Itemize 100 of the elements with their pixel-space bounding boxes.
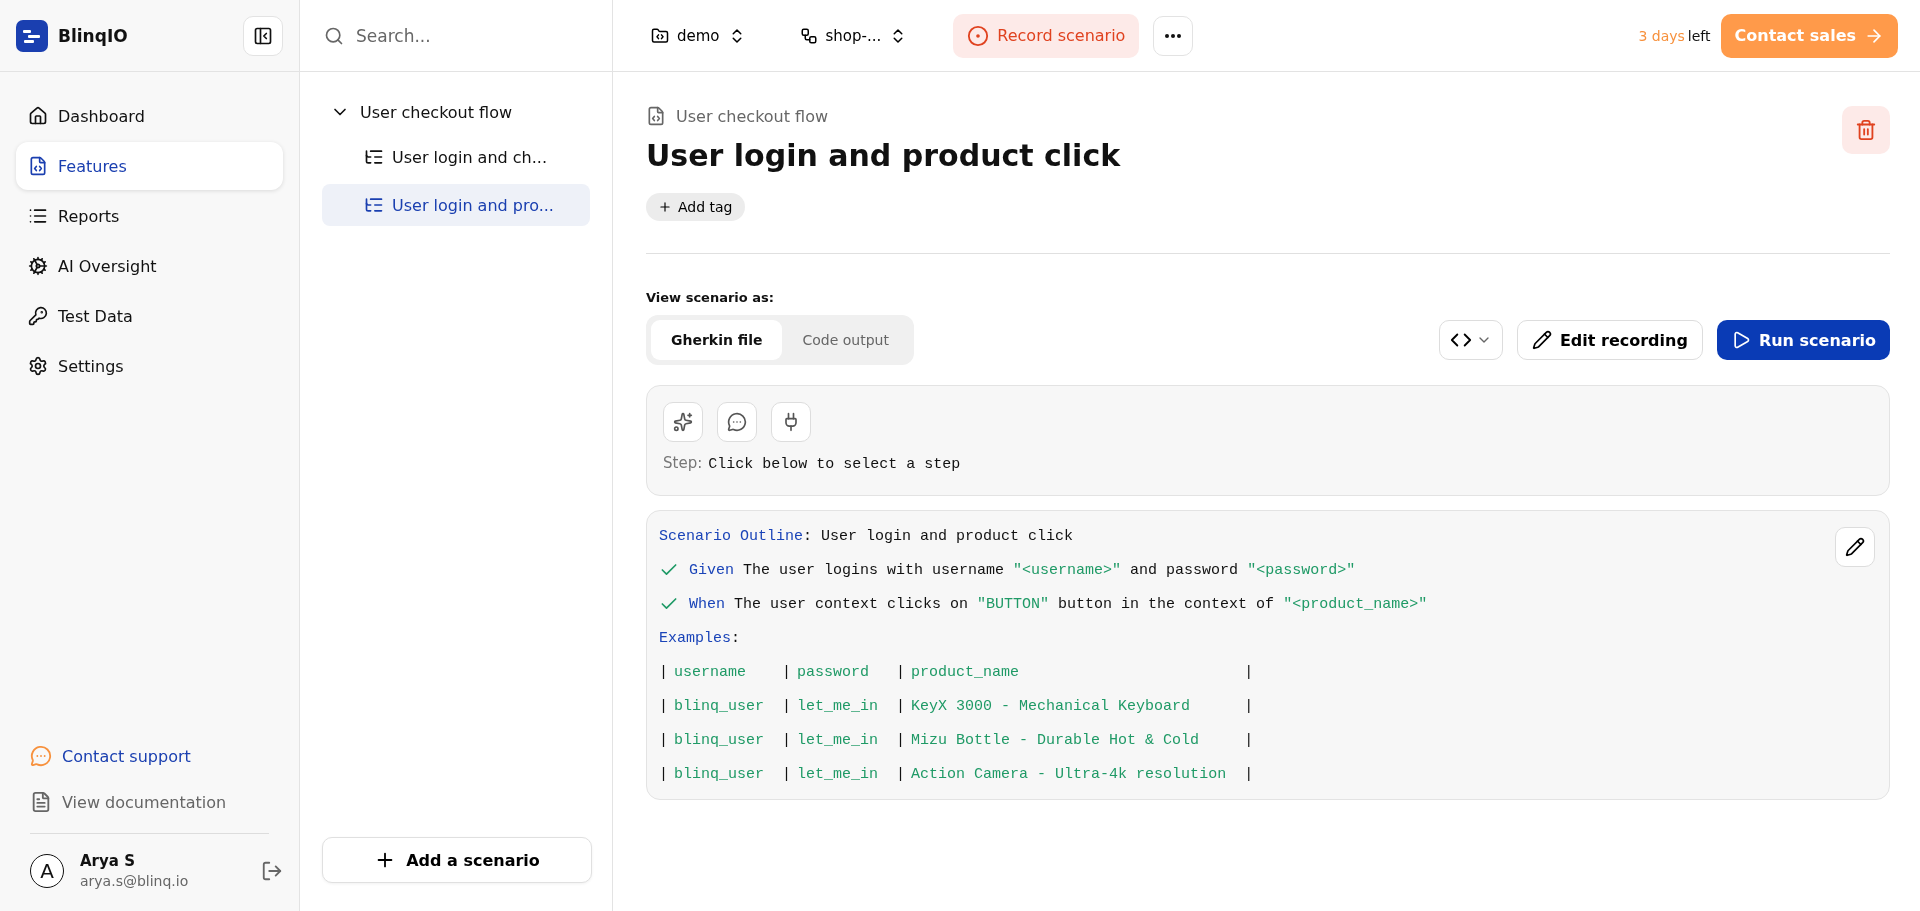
code-text: and password bbox=[1129, 561, 1240, 579]
code-keyword: Scenario Outline bbox=[659, 527, 804, 545]
table-cell-text: let_me_in bbox=[797, 765, 880, 783]
logout-icon[interactable] bbox=[261, 859, 283, 882]
code-file-icon bbox=[28, 156, 48, 176]
trial-suffix: left bbox=[1687, 27, 1711, 44]
logo-icon bbox=[16, 19, 48, 52]
code-keyword: When bbox=[689, 595, 725, 613]
delete-button[interactable] bbox=[1842, 106, 1890, 154]
table-separator: | bbox=[782, 663, 793, 681]
sparkles-icon bbox=[673, 412, 693, 432]
ellipsis-icon bbox=[1165, 33, 1182, 38]
run-scenario-button[interactable]: Run scenario bbox=[1716, 320, 1890, 360]
code-folder-icon bbox=[651, 26, 669, 45]
code-string: "BUTTON" bbox=[977, 595, 1050, 613]
chat-icon bbox=[30, 745, 52, 767]
nav-item[interactable]: Test Data bbox=[16, 292, 283, 340]
tree-list-icon bbox=[364, 195, 384, 215]
pencil-icon bbox=[1845, 537, 1865, 557]
code-text: button in the context of bbox=[1057, 595, 1276, 613]
list-icon bbox=[28, 206, 48, 226]
more-button[interactable] bbox=[1153, 15, 1194, 56]
table-separator: | bbox=[782, 697, 793, 715]
table-separator: | bbox=[782, 765, 793, 783]
document-icon bbox=[30, 791, 52, 813]
user-name: Arya S bbox=[80, 852, 136, 870]
table-cell-text: let_me_in bbox=[797, 731, 880, 749]
table-cell-text: Action Camera - Ultra-4k resolution bbox=[911, 765, 1228, 783]
plus-icon bbox=[658, 200, 672, 214]
step-label: Step: bbox=[663, 454, 703, 472]
table-cell-text: username bbox=[674, 663, 748, 681]
user-avatar: A bbox=[30, 853, 64, 888]
table-separator: | bbox=[1244, 697, 1255, 715]
view-label: View scenario as: bbox=[646, 290, 775, 305]
project-picker[interactable]: demo bbox=[643, 20, 754, 51]
table-separator: | bbox=[659, 765, 669, 783]
search-icon bbox=[324, 25, 344, 46]
trial-days: 3 days bbox=[1638, 27, 1685, 44]
breadcrumb[interactable]: User checkout flow bbox=[676, 106, 829, 126]
edit-code-button[interactable] bbox=[1835, 527, 1875, 567]
trash-icon bbox=[1855, 119, 1877, 141]
table-separator: | bbox=[659, 697, 669, 715]
code-text: : bbox=[731, 629, 741, 647]
table-cell-text: blinq_user bbox=[674, 697, 766, 715]
table-separator: | bbox=[896, 663, 907, 681]
table-cell-text: let_me_in bbox=[797, 697, 880, 715]
nav-item[interactable]: Settings bbox=[16, 342, 283, 390]
record-scenario-button[interactable]: Record scenario bbox=[953, 13, 1140, 58]
branch-picker[interactable]: shop-... bbox=[791, 20, 916, 51]
ai-code-button[interactable] bbox=[663, 402, 703, 442]
step-value: Click below to select a step bbox=[708, 456, 961, 473]
code-string: "<product_name>" bbox=[1283, 595, 1428, 613]
brand-name: BlinqIO bbox=[58, 25, 128, 46]
table-separator: | bbox=[896, 731, 907, 749]
edit-recording-button[interactable]: Edit recording bbox=[1516, 320, 1703, 360]
search-field[interactable]: Search... bbox=[354, 24, 588, 47]
collapse-sidebar-button[interactable] bbox=[243, 15, 283, 56]
code-keyword: Given bbox=[689, 561, 734, 579]
chat-icon bbox=[727, 412, 747, 432]
table-separator: | bbox=[896, 697, 907, 715]
table-separator: | bbox=[659, 663, 669, 681]
view-tab[interactable]: Gherkin file bbox=[651, 320, 783, 360]
scenario-item[interactable]: User login and pro... bbox=[322, 184, 590, 226]
table-separator: | bbox=[782, 731, 793, 749]
table-cell-text: blinq_user bbox=[674, 765, 766, 783]
comment-button[interactable] bbox=[717, 402, 757, 442]
table-cell-text: password bbox=[797, 663, 871, 681]
tree-list-icon bbox=[364, 147, 384, 167]
collapse-panel-icon bbox=[253, 25, 273, 46]
code-file-icon bbox=[646, 106, 666, 126]
code-string: "<password>" bbox=[1247, 561, 1356, 579]
nav-item[interactable]: Reports bbox=[16, 192, 283, 240]
table-cell-text: Mizu Bottle - Durable Hot & Cold bbox=[911, 731, 1201, 749]
pencil-icon bbox=[1531, 330, 1552, 350]
code-text: The user logins with username bbox=[742, 561, 1006, 579]
table-separator: | bbox=[1244, 765, 1255, 783]
code-keyword: Examples bbox=[659, 629, 731, 647]
view-tab[interactable]: Code output bbox=[782, 320, 909, 360]
plug-button[interactable] bbox=[771, 402, 811, 442]
folder-item[interactable]: User checkout flow bbox=[322, 94, 590, 130]
table-separator: | bbox=[1244, 663, 1255, 681]
add-scenario-button[interactable]: Add a scenario bbox=[322, 837, 592, 883]
nav-item[interactable]: Dashboard bbox=[16, 92, 283, 140]
nav-item[interactable]: AI Oversight bbox=[16, 242, 283, 290]
nav-item[interactable]: Features bbox=[16, 142, 283, 190]
settings-icon bbox=[28, 356, 48, 376]
code-string: "<username>" bbox=[1013, 561, 1122, 579]
add-tag-button[interactable]: Add tag bbox=[646, 193, 745, 221]
user-email: arya.s@blinq.io bbox=[80, 873, 190, 889]
table-separator: | bbox=[896, 765, 907, 783]
table-cell-text: product_name bbox=[911, 663, 1021, 681]
code-text: The user context clicks on bbox=[733, 595, 970, 613]
table-cell-text: blinq_user bbox=[674, 731, 766, 749]
table-separator: | bbox=[659, 731, 669, 749]
table-cell-text: KeyX 3000 - Mechanical Keyboard bbox=[911, 697, 1192, 715]
scenario-item[interactable]: User login and ch... bbox=[322, 136, 590, 178]
support-link[interactable]: Contact support bbox=[30, 745, 283, 767]
house-icon bbox=[28, 106, 48, 126]
documentation-link[interactable]: View documentation bbox=[30, 791, 283, 813]
ai-code-dropdown[interactable] bbox=[1438, 320, 1503, 360]
